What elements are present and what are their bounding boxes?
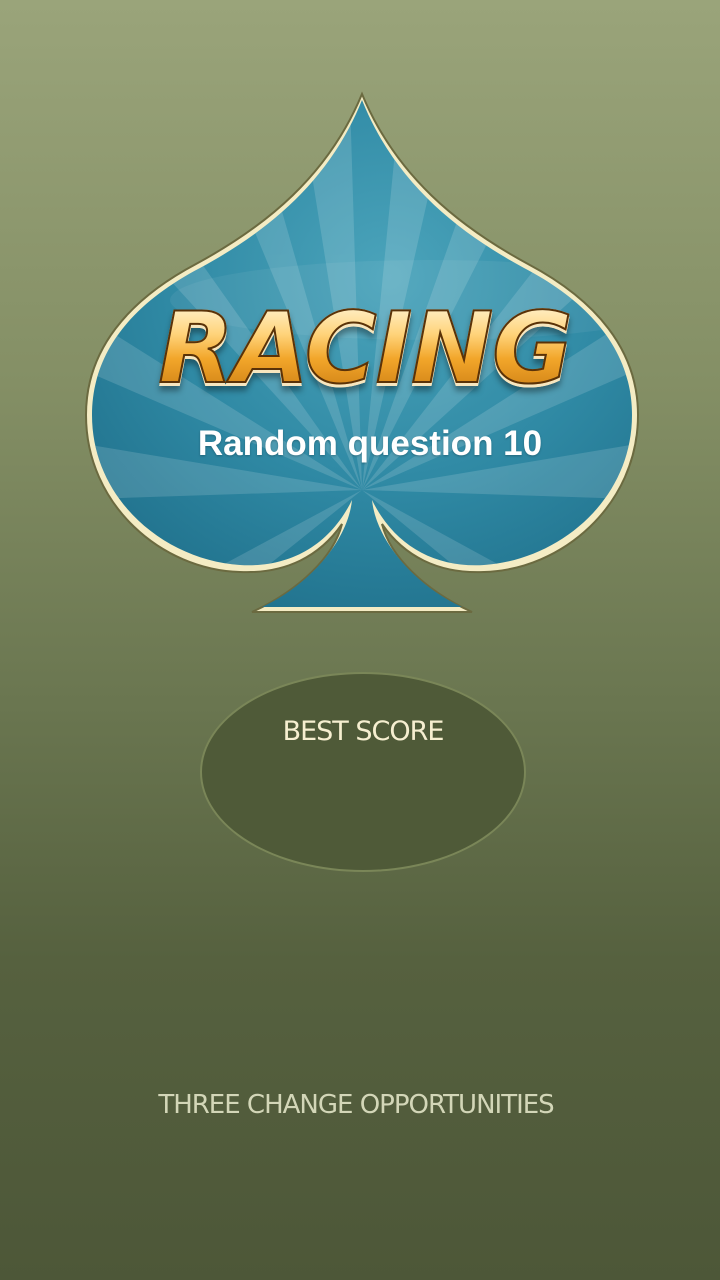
change-opportunities-text: THREE CHANGE OPPORTUNITIES — [158, 1090, 554, 1120]
best-score-label: BEST SCORE — [282, 716, 445, 747]
best-score-panel: BEST SCORE — [200, 672, 526, 872]
game-subtitle: Random question 10 — [197, 424, 543, 463]
game-title: RACING — [110, 299, 620, 399]
game-logo: RACING Random question 10 — [0, 0, 720, 640]
